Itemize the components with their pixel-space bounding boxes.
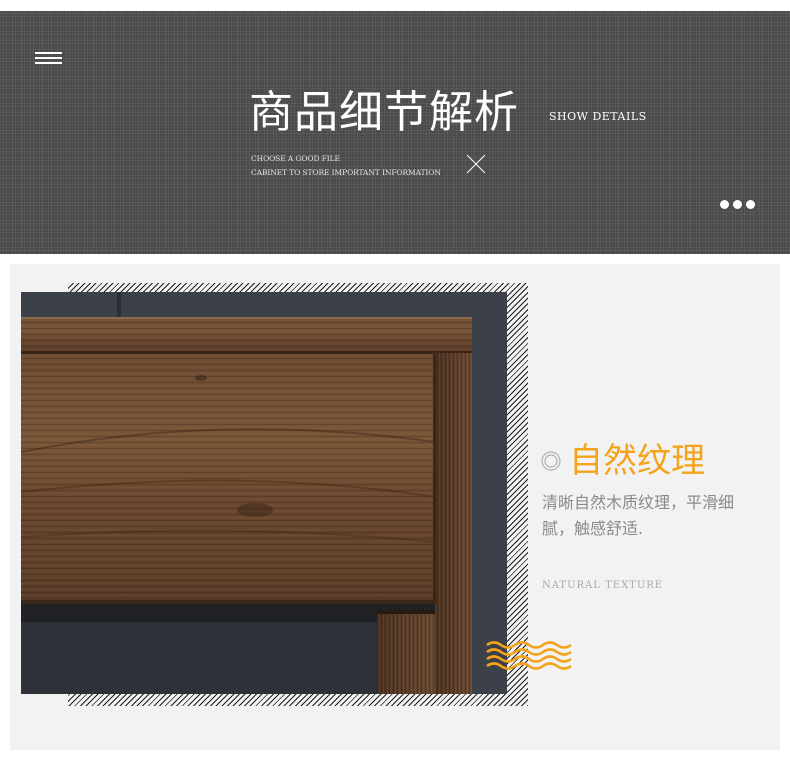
wave-icon <box>486 641 572 670</box>
hamburger-menu-icon[interactable] <box>35 52 62 64</box>
page-title: 商品细节解析 <box>249 87 519 138</box>
product-detail-image <box>21 292 507 694</box>
more-dots-icon[interactable] <box>720 200 758 210</box>
caption-line-1: CHOOSE A GOOD FILE <box>251 154 340 163</box>
feature-description: 清晰自然木质纹理，平滑细腻，触感舒适. <box>542 493 735 538</box>
cross-icon <box>466 154 486 174</box>
feature-title: 自然纹理 <box>569 441 705 481</box>
header-banner: 商品细节解析 SHOW DETAILS CHOOSE A GOOD FILE C… <box>0 11 790 254</box>
page-subtitle: SHOW DETAILS <box>549 110 647 123</box>
banner-caption: CHOOSE A GOOD FILE CABINET TO STORE IMPO… <box>251 152 441 180</box>
feature-english-label: NATURAL TEXTURE <box>542 580 664 591</box>
concentric-circle-icon <box>541 451 561 471</box>
caption-line-2: CABINET TO STORE IMPORTANT INFORMATION <box>251 168 441 177</box>
detail-panel: 自然纹理 清晰自然木质纹理，平滑细腻，触感舒适. NATURAL TEXTURE <box>10 264 780 750</box>
